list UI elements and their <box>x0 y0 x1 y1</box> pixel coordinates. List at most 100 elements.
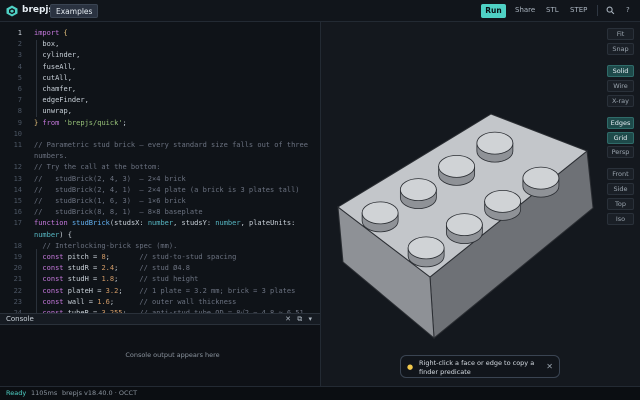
line-number: 22 <box>13 286 22 295</box>
code-token: plateH = <box>67 286 106 295</box>
code-line[interactable]: 13 // studBrick(2, 4, 3) — 2×4 brick <box>0 174 320 185</box>
share-button[interactable]: Share <box>515 6 535 14</box>
line-number: 11 <box>13 141 22 149</box>
brick-3d-render[interactable] <box>321 22 640 386</box>
hint-text: Right-click a face or edge to copy a fin… <box>419 359 535 376</box>
code-line[interactable]: 21 const studH = 1.8; // stud height <box>0 274 320 285</box>
code-line[interactable]: 3 cylinder, <box>0 50 320 61</box>
code-line[interactable]: 20 const studR = 2.4; // stud Ø4.8 <box>0 263 320 274</box>
code-token: const <box>34 286 68 295</box>
code-token: from <box>38 118 64 127</box>
code-token: // outer wall thickness <box>139 297 237 306</box>
view-button-edges[interactable]: Edges <box>607 117 634 129</box>
code-line[interactable]: 15 // studBrick(1, 6, 3) — 1×6 brick <box>0 196 320 207</box>
line-number: 23 <box>13 297 22 306</box>
close-icon[interactable]: ✕ <box>546 362 553 371</box>
help-button[interactable]: ? <box>626 6 630 14</box>
code-token: number <box>34 230 60 239</box>
code-token: // 1 plate = 3.2 mm; brick = 3 plates <box>139 286 296 295</box>
code-text: // Interlocking-brick spec (mm). <box>34 241 177 252</box>
console-panel: Console output appears here <box>0 325 320 386</box>
toolbar-divider <box>597 5 598 16</box>
view-button-persp[interactable]: Persp <box>607 146 634 158</box>
view-button-fit[interactable]: Fit <box>607 28 634 40</box>
code-text: unwrap, <box>34 106 72 117</box>
view-button-solid[interactable]: Solid <box>607 65 634 77</box>
code-token: studH = <box>67 275 102 284</box>
code-line[interactable]: 10 <box>0 129 320 140</box>
code-token: 'brepjs/quick' <box>63 118 123 127</box>
stud <box>438 154 476 186</box>
code-line[interactable]: 14 // studBrick(2, 4, 1) — 2×4 plate (a b… <box>0 185 320 196</box>
view-button-wire[interactable]: Wire <box>607 80 634 92</box>
stud <box>476 131 514 163</box>
code-text: // Try the call at the bottom: <box>34 162 160 173</box>
code-text: const wall = 1.6; // outer wall thicknes… <box>34 297 236 308</box>
code-text: numbers. <box>34 151 68 162</box>
console-tool-icons[interactable]: ✕ ⧉ ▾ <box>285 315 314 324</box>
line-number: 9 <box>17 118 22 127</box>
code-line[interactable]: 8 unwrap, <box>0 106 320 117</box>
code-token: // Parametric stud brick — every standar… <box>34 141 308 149</box>
code-line[interactable]: 22 const plateH = 3.2; // 1 plate = 3.2 … <box>0 286 320 297</box>
code-token: 1.6 <box>97 297 110 306</box>
code-token: // studBrick(2, 4, 3) — 2×4 brick <box>34 174 186 183</box>
view-button-top[interactable]: Top <box>607 198 634 210</box>
view-button-side[interactable]: Side <box>607 183 634 195</box>
code-line[interactable]: 2 box, <box>0 39 320 50</box>
code-token: function <box>34 219 72 228</box>
code-line[interactable]: 12 // Try the call at the bottom: <box>0 162 320 173</box>
code-line[interactable]: 19 const pitch = 8; // stud-to-stud spac… <box>0 252 320 263</box>
code-line[interactable]: number) { <box>0 230 320 241</box>
stud <box>407 236 445 268</box>
code-token: ; <box>114 275 140 284</box>
code-token: edgeFinder, <box>34 96 89 105</box>
code-text: edgeFinder, <box>34 95 89 106</box>
line-number: 6 <box>17 85 22 93</box>
code-line[interactable]: 4 fuseAll, <box>0 62 320 73</box>
code-line[interactable]: 11 // Parametric stud brick — every stand… <box>0 140 320 151</box>
code-line[interactable]: 5 cutAll, <box>0 73 320 84</box>
code-token: 1.8 <box>101 275 115 284</box>
code-token: // Interlocking-brick spec (mm). <box>34 241 178 250</box>
code-editor[interactable]: 1 import {2 box, 3 cylinder, 4 fuseAll, 5 cu… <box>0 22 320 313</box>
code-line[interactable]: numbers. <box>0 151 320 162</box>
view-button-xray[interactable]: X-ray <box>607 95 634 107</box>
examples-button[interactable]: Examples <box>50 4 99 18</box>
code-line[interactable]: 9} from 'brepjs/quick'; <box>0 118 320 129</box>
3d-viewport[interactable]: Fit Snap Solid Wire X-ray Edges Grid Persp Front… <box>321 22 640 386</box>
code-token: { <box>63 29 68 37</box>
code-line[interactable]: 6 chamfer, <box>0 84 320 95</box>
line-number: 19 <box>13 253 22 261</box>
code-line[interactable]: 1 import { <box>0 28 320 39</box>
code-token: // studBrick(1, 6, 3) — 1×6 brick <box>34 197 186 205</box>
code-text: const studH = 1.8; // stud height <box>34 274 198 285</box>
view-button-front[interactable]: Front <box>607 168 634 180</box>
code-token: const <box>34 297 68 306</box>
console-title: Console <box>6 315 34 323</box>
stl-export-button[interactable]: STL <box>546 6 559 14</box>
code-line[interactable]: 16 // studBrick(8, 8, 1) — 8×8 baseplate <box>0 207 320 218</box>
code-text: box, <box>34 39 59 50</box>
view-button-grid[interactable]: Grid <box>607 132 634 144</box>
code-text: number) { <box>34 230 72 241</box>
run-button[interactable]: Run <box>481 4 506 18</box>
code-line[interactable]: 23 const wall = 1.6; // outer wall thick… <box>0 297 320 308</box>
code-token: box, <box>34 40 60 49</box>
step-export-button[interactable]: STEP <box>570 6 587 14</box>
view-button-snap[interactable]: Snap <box>607 43 634 55</box>
code-line[interactable]: 18 // Interlocking-brick spec (mm). <box>0 241 320 252</box>
status-run-time: 1105ms <box>31 389 58 397</box>
code-token: chamfer, <box>34 85 77 93</box>
stud <box>484 189 522 221</box>
code-text: // studBrick(1, 6, 3) — 1×6 brick <box>34 196 186 207</box>
line-number: 1 <box>17 29 22 37</box>
view-button-iso[interactable]: Iso <box>607 213 634 225</box>
code-text: const plateH = 3.2; // 1 plate = 3.2 mm;… <box>34 286 295 297</box>
code-token: // studBrick(8, 8, 1) — 8×8 baseplate <box>34 208 203 217</box>
code-token: number <box>215 219 241 228</box>
code-line[interactable]: 7 edgeFinder, <box>0 95 320 106</box>
search-icon[interactable] <box>606 6 615 15</box>
code-line[interactable]: 17 function studBrick(studsX: number, stu… <box>0 218 320 229</box>
code-token: // stud-to-stud spacing <box>139 253 237 261</box>
